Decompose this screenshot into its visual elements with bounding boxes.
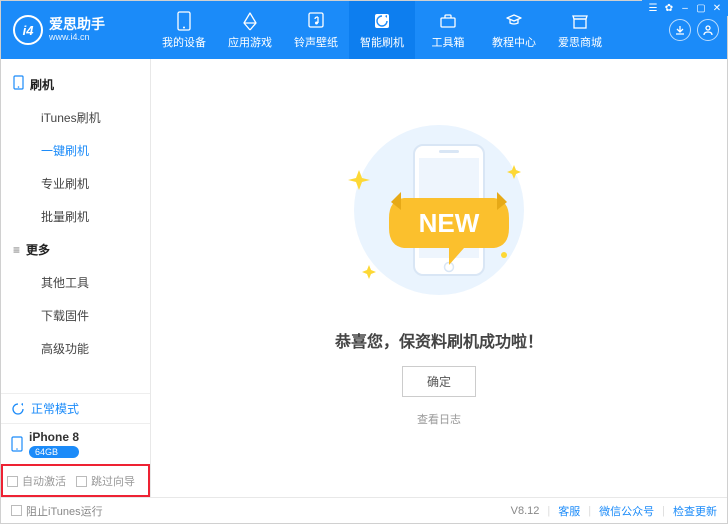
success-message: 恭喜您，保资料刷机成功啦！ bbox=[335, 328, 543, 352]
tab-label: 教程中心 bbox=[492, 34, 536, 50]
sidebar-item-advanced[interactable]: 高级功能 bbox=[1, 332, 150, 365]
brand-logo-icon: i4 bbox=[13, 15, 43, 45]
apps-icon bbox=[241, 11, 259, 31]
more-icon: ≡ bbox=[13, 243, 20, 257]
body: 刷机 iTunes刷机 一键刷机 专业刷机 批量刷机 ≡ 更多 其他工具 下载固… bbox=[1, 59, 727, 497]
tab-label: 智能刷机 bbox=[360, 34, 404, 50]
minimize-button[interactable]: ‒ bbox=[678, 2, 692, 14]
update-link[interactable]: 检查更新 bbox=[673, 503, 717, 519]
sidebar-item-oneclick[interactable]: 一键刷机 bbox=[1, 134, 150, 167]
sidebar-options: 自动激活 跳过向导 bbox=[1, 464, 150, 497]
tab-ringtones[interactable]: 铃声壁纸 bbox=[283, 1, 349, 59]
user-button[interactable] bbox=[697, 19, 719, 41]
device-name: iPhone 8 bbox=[29, 430, 79, 444]
tab-store[interactable]: 爱思商城 bbox=[547, 1, 613, 59]
refresh-icon bbox=[11, 402, 25, 416]
phone-icon bbox=[11, 436, 23, 452]
brand-name: 爱思助手 bbox=[49, 17, 105, 32]
maximize-button[interactable]: ▢ bbox=[694, 2, 708, 14]
view-log-link[interactable]: 查看日志 bbox=[417, 411, 461, 427]
tab-label: 我的设备 bbox=[162, 34, 206, 50]
menu-icon[interactable]: ☰ bbox=[646, 2, 660, 14]
tab-my-device[interactable]: 我的设备 bbox=[151, 1, 217, 59]
chk-label: 阻止iTunes运行 bbox=[26, 503, 103, 519]
nav-tabs: 我的设备 应用游戏 铃声壁纸 智能刷机 工具箱 教程中心 爱思商城 bbox=[151, 1, 669, 59]
skip-guide-checkbox[interactable]: 跳过向导 bbox=[76, 473, 135, 489]
tab-label: 铃声壁纸 bbox=[294, 34, 338, 50]
window-controls: ☰ ✿ ‒ ▢ ✕ bbox=[642, 0, 728, 16]
tab-flash[interactable]: 智能刷机 bbox=[349, 1, 415, 59]
sidebar-item-firmware[interactable]: 下载固件 bbox=[1, 299, 150, 332]
user-icon bbox=[702, 24, 714, 36]
sidebar-group-flash[interactable]: 刷机 bbox=[1, 67, 150, 101]
success-illustration: NEW bbox=[329, 110, 549, 310]
music-icon bbox=[307, 11, 325, 31]
group-title: 刷机 bbox=[30, 76, 54, 93]
service-link[interactable]: 客服 bbox=[558, 503, 580, 519]
wechat-link[interactable]: 微信公众号 bbox=[599, 503, 654, 519]
sidebar-item-othertools[interactable]: 其他工具 bbox=[1, 266, 150, 299]
flash-icon bbox=[373, 11, 391, 31]
sidebar: 刷机 iTunes刷机 一键刷机 专业刷机 批量刷机 ≡ 更多 其他工具 下载固… bbox=[1, 59, 151, 497]
download-button[interactable] bbox=[669, 19, 691, 41]
sidebar-item-pro[interactable]: 专业刷机 bbox=[1, 167, 150, 200]
brand: i4 爱思助手 www.i4.cn bbox=[1, 15, 151, 45]
download-icon bbox=[674, 24, 686, 36]
brand-sub: www.i4.cn bbox=[49, 33, 105, 43]
sidebar-item-itunes[interactable]: iTunes刷机 bbox=[1, 101, 150, 134]
tab-label: 工具箱 bbox=[432, 34, 465, 50]
footer: 阻止iTunes运行 V8.12 | 客服 | 微信公众号 | 检查更新 bbox=[1, 497, 727, 523]
header-right bbox=[669, 19, 727, 41]
chk-label: 跳过向导 bbox=[91, 473, 135, 489]
tutorial-icon bbox=[505, 11, 523, 31]
tab-label: 应用游戏 bbox=[228, 34, 272, 50]
auto-activate-checkbox[interactable]: 自动激活 bbox=[7, 473, 66, 489]
header: i4 爱思助手 www.i4.cn 我的设备 应用游戏 铃声壁纸 智能刷机 工具… bbox=[1, 1, 727, 59]
device-info[interactable]: iPhone 8 64GB bbox=[1, 423, 150, 464]
tab-tutorials[interactable]: 教程中心 bbox=[481, 1, 547, 59]
device-mode[interactable]: 正常模式 bbox=[1, 393, 150, 423]
close-button[interactable]: ✕ bbox=[710, 2, 724, 14]
tab-label: 爱思商城 bbox=[558, 34, 602, 50]
sidebar-group-more[interactable]: ≡ 更多 bbox=[1, 233, 150, 266]
mode-label: 正常模式 bbox=[31, 400, 79, 417]
version-label: V8.12 bbox=[511, 505, 540, 517]
group-title: 更多 bbox=[26, 241, 50, 258]
tab-toolbox[interactable]: 工具箱 bbox=[415, 1, 481, 59]
phone-icon bbox=[13, 75, 24, 93]
ribbon-text: NEW bbox=[419, 208, 480, 238]
chk-label: 自动激活 bbox=[22, 473, 66, 489]
device-storage: 64GB bbox=[29, 446, 79, 458]
block-itunes-checkbox[interactable]: 阻止iTunes运行 bbox=[11, 503, 103, 519]
main-panel: NEW 恭喜您，保资料刷机成功啦！ 确定 查看日志 bbox=[151, 59, 727, 497]
device-icon bbox=[175, 11, 193, 31]
skin-icon[interactable]: ✿ bbox=[662, 2, 676, 14]
sidebar-item-batch[interactable]: 批量刷机 bbox=[1, 200, 150, 233]
ok-button[interactable]: 确定 bbox=[402, 366, 476, 397]
toolbox-icon bbox=[439, 11, 457, 31]
store-icon bbox=[571, 11, 589, 31]
tab-apps[interactable]: 应用游戏 bbox=[217, 1, 283, 59]
